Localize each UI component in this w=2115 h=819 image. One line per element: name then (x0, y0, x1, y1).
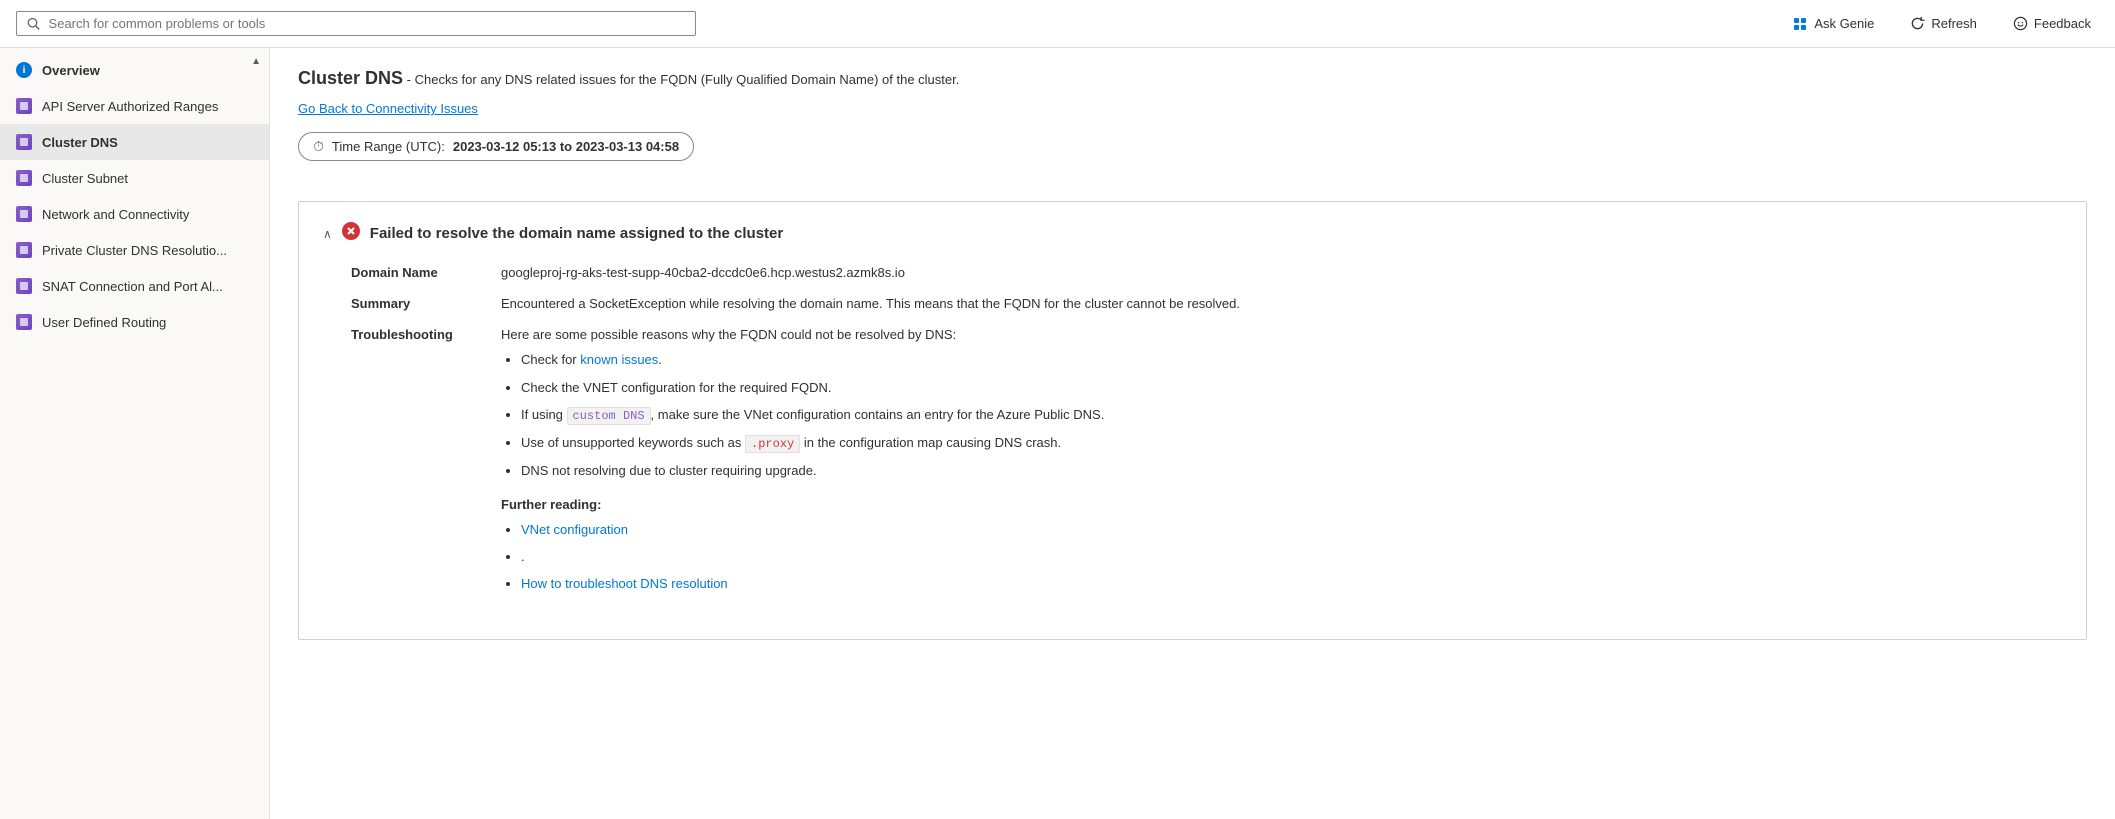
private-cluster-icon (16, 242, 32, 258)
error-icon (342, 222, 360, 245)
search-input[interactable] (49, 16, 685, 31)
sidebar-item-network-connectivity-label: Network and Connectivity (42, 207, 189, 222)
search-box[interactable] (16, 11, 696, 36)
list-item: Check for known issues. (521, 350, 2062, 370)
time-range-badge[interactable]: ⏱ Time Range (UTC): 2023-03-12 05:13 to … (298, 132, 694, 161)
summary-row: Summary Encountered a SocketException wh… (351, 296, 2062, 311)
further-reading-label: Further reading: (501, 497, 2062, 512)
custom-dns-code: custom DNS (567, 407, 651, 425)
genie-icon (1792, 16, 1808, 32)
page-header: Cluster DNS - Checks for any DNS related… (298, 68, 2087, 89)
domain-name-row: Domain Name googleproj-rg-aks-test-supp-… (351, 265, 2062, 280)
sidebar-item-user-defined[interactable]: User Defined Routing (0, 304, 269, 340)
ask-genie-label: Ask Genie (1814, 16, 1874, 31)
page-title: Cluster DNS (298, 68, 403, 88)
time-range-value: 2023-03-12 05:13 to 2023-03-13 04:58 (453, 139, 679, 154)
sidebar-item-cluster-subnet[interactable]: Cluster Subnet (0, 160, 269, 196)
time-range-label: Time Range (UTC): (332, 139, 445, 154)
sidebar-item-private-cluster-label: Private Cluster DNS Resolutio... (42, 243, 227, 258)
sidebar-item-cluster-subnet-label: Cluster Subnet (42, 171, 128, 186)
vnet-config-link[interactable]: VNet configuration (521, 522, 628, 537)
summary-value: Encountered a SocketException while reso… (501, 296, 2062, 311)
scroll-indicator: ▲ (251, 56, 261, 67)
sidebar-item-overview-label: Overview (42, 63, 100, 78)
troubleshooting-intro: Here are some possible reasons why the F… (501, 327, 2062, 342)
summary-label: Summary (351, 296, 481, 311)
cluster-subnet-icon (16, 170, 32, 186)
sidebar-item-cluster-dns-label: Cluster DNS (42, 135, 118, 150)
list-item: . (521, 549, 2062, 564)
result-title: Failed to resolve the domain name assign… (370, 225, 783, 242)
sidebar-item-snat-label: SNAT Connection and Port Al... (42, 279, 223, 294)
troubleshooting-label: Troubleshooting (351, 327, 481, 603)
sidebar-item-cluster-dns[interactable]: Cluster DNS (0, 124, 269, 160)
api-server-icon (16, 98, 32, 114)
page-subtitle: - Checks for any DNS related issues for … (407, 72, 960, 87)
proxy-code: .proxy (745, 435, 800, 453)
refresh-icon (1910, 16, 1925, 31)
sidebar-item-overview[interactable]: i Overview (0, 52, 269, 88)
main-content: Cluster DNS - Checks for any DNS related… (270, 48, 2115, 819)
further-links-list: VNet configuration . How to troubleshoot… (501, 522, 2062, 591)
network-connectivity-icon (16, 206, 32, 222)
list-item: Use of unsupported keywords such as .pro… (521, 433, 2062, 453)
refresh-button[interactable]: Refresh (1902, 12, 1985, 35)
list-item: VNet configuration (521, 522, 2062, 537)
domain-name-value: googleproj-rg-aks-test-supp-40cba2-dccdc… (501, 265, 2062, 280)
sidebar-item-private-cluster[interactable]: Private Cluster DNS Resolutio... (0, 232, 269, 268)
sidebar-item-api-server[interactable]: API Server Authorized Ranges (0, 88, 269, 124)
feedback-icon (2013, 16, 2028, 31)
sidebar: ▲ i Overview API Server Authorized Range… (0, 48, 270, 819)
refresh-label: Refresh (1931, 16, 1977, 31)
sidebar-item-user-defined-label: User Defined Routing (42, 315, 166, 330)
troubleshooting-row: Troubleshooting Here are some possible r… (351, 327, 2062, 603)
list-item: If using custom DNS, make sure the VNet … (521, 405, 2062, 425)
domain-name-label: Domain Name (351, 265, 481, 280)
collapse-button[interactable]: ∧ (323, 227, 332, 241)
ask-genie-button[interactable]: Ask Genie (1784, 12, 1882, 36)
feedback-label: Feedback (2034, 16, 2091, 31)
troubleshooting-list: Check for known issues. Check the VNET c… (501, 350, 2062, 481)
user-defined-icon (16, 314, 32, 330)
clock-icon: ⏱ (313, 138, 324, 155)
search-icon (27, 17, 41, 31)
list-item: Check the VNET configuration for the req… (521, 378, 2062, 398)
snat-icon (16, 278, 32, 294)
sidebar-item-network-connectivity[interactable]: Network and Connectivity (0, 196, 269, 232)
topbar: Ask Genie Refresh Feedback (0, 0, 2115, 48)
overview-icon: i (16, 62, 32, 78)
sidebar-item-api-server-label: API Server Authorized Ranges (42, 99, 218, 114)
sidebar-item-snat[interactable]: SNAT Connection and Port Al... (0, 268, 269, 304)
back-link[interactable]: Go Back to Connectivity Issues (298, 101, 478, 116)
layout: ▲ i Overview API Server Authorized Range… (0, 48, 2115, 819)
list-item: How to troubleshoot DNS resolution (521, 576, 2062, 591)
list-item: DNS not resolving due to cluster requiri… (521, 461, 2062, 481)
result-body: Domain Name googleproj-rg-aks-test-supp-… (323, 265, 2062, 603)
cluster-dns-icon (16, 134, 32, 150)
feedback-button[interactable]: Feedback (2005, 12, 2099, 35)
known-issues-link[interactable]: known issues (580, 352, 658, 367)
troubleshooting-value: Here are some possible reasons why the F… (501, 327, 2062, 603)
dns-troubleshoot-link[interactable]: How to troubleshoot DNS resolution (521, 576, 728, 591)
result-header: ∧ Failed to resolve the domain name assi… (323, 222, 2062, 245)
topbar-actions: Ask Genie Refresh Feedback (1784, 12, 2099, 36)
result-card: ∧ Failed to resolve the domain name assi… (298, 201, 2087, 640)
